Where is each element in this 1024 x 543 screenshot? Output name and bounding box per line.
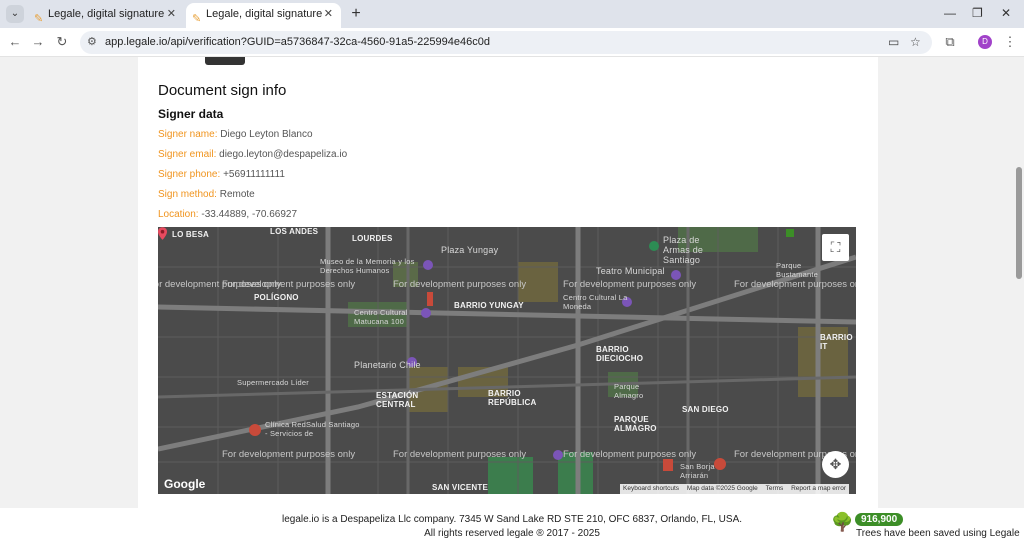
map-label: Planetario Chile	[354, 360, 421, 370]
map-label: BARRIO DIECIOCHO	[596, 345, 644, 363]
field-label: Location:	[158, 209, 199, 220]
map-label: BARRIO IT	[820, 333, 853, 351]
browser-toolbar: ← → ↻ ⚙ app.legale.io/api/verification?G…	[0, 28, 1024, 57]
sign-method-row: Sign method: Remote	[158, 189, 255, 200]
map-label: Parque Almagro	[614, 382, 644, 400]
sign-info-card: Document sign info Signer data Signer na…	[138, 57, 878, 517]
map-label: SAN DIEGO	[682, 405, 729, 414]
google-logo[interactable]: Google	[164, 477, 205, 491]
site-settings-icon[interactable]: ⚙	[87, 35, 97, 48]
map-label: ESTACIÓN CENTRAL	[376, 391, 419, 409]
minimize-icon[interactable]: —	[944, 6, 956, 20]
map-camera-control-button[interactable]: ✥	[822, 451, 849, 478]
map-watermark: For development purposes only	[563, 279, 697, 290]
field-value: -33.44889, -70.66927	[201, 209, 298, 220]
map-attribution: Keyboard shortcuts Map data ©2025 Google…	[620, 484, 850, 494]
tab-search-icon[interactable]: ⌄	[6, 5, 24, 23]
terms-link[interactable]: Terms	[763, 485, 787, 492]
map-label: Centro Cultural Matucana 100	[354, 308, 408, 326]
document-preview-image	[205, 57, 245, 65]
field-label: Signer name:	[158, 129, 218, 140]
map-label: Museo de la Memoria y los Derechos Human…	[320, 257, 415, 275]
back-icon[interactable]: ←	[6, 33, 24, 51]
tab-strip: ⌄ ✎ Legale, digital signature ✕ ✎ Legale…	[0, 0, 1024, 28]
map-label: Parque Bustamante	[776, 261, 819, 279]
map-label: Centro Cultural La Moneda	[563, 293, 628, 311]
tab-inactive[interactable]: ✎ Legale, digital signature ✕	[28, 3, 184, 28]
page-scrollbar[interactable]	[1013, 57, 1024, 543]
close-tab-icon[interactable]: ✕	[324, 3, 333, 25]
forward-icon[interactable]: →	[29, 33, 47, 51]
page-content: Document sign info Signer data Signer na…	[0, 57, 1024, 543]
reload-icon[interactable]: ↻	[53, 33, 71, 51]
tree-icon: 🌳	[831, 512, 854, 532]
url-text[interactable]: app.legale.io/api/verification?GUID=a573…	[105, 36, 490, 48]
report-map-error-link[interactable]: Report a map error	[788, 485, 849, 492]
field-label: Sign method:	[158, 189, 217, 200]
map-label: SAN VICENTE	[432, 483, 488, 492]
page-title: Document sign info	[158, 82, 287, 99]
map-label: Clínica RedSalud Santiago - Servicios de	[265, 420, 360, 438]
avatar[interactable]: D	[978, 35, 992, 49]
field-label: Signer email:	[158, 149, 217, 160]
field-value: Remote	[219, 189, 255, 200]
map-label: LOURDES	[352, 234, 393, 243]
map-watermark: For development purposes only	[734, 279, 856, 290]
map-label: Plaza de Armas de Santiago	[663, 235, 704, 265]
address-bar[interactable]: ⚙ app.legale.io/api/verification?GUID=a5…	[80, 31, 932, 54]
map-label: PARQUE ALMAGRO	[614, 415, 657, 433]
map-data-text: Map data ©2025 Google	[686, 485, 758, 492]
map-watermark: For development purposes only	[563, 449, 697, 460]
map-label: BARRIO REPÚBLICA	[488, 389, 537, 407]
page-footer: legale.io is a Despapeliza Llc company. …	[0, 508, 1024, 543]
new-tab-button[interactable]: +	[346, 4, 366, 24]
field-value: Diego Leyton Blanco	[220, 129, 313, 140]
legale-favicon-icon: ✎	[34, 13, 44, 25]
map-label: BARRIO YUNGAY	[454, 301, 524, 310]
legale-favicon-icon: ✎	[192, 13, 202, 25]
map-label: Plaza Yungay	[441, 245, 499, 255]
location-row: Location: -33.44889, -70.66927	[158, 209, 297, 220]
map-watermark: For development purposes only	[222, 279, 356, 290]
trees-saved-text: Trees have been saved using Legale	[856, 528, 1020, 539]
scroll-thumb[interactable]	[1016, 167, 1022, 279]
tab-title: Legale, digital signature	[206, 8, 323, 20]
map-label: Teatro Municipal	[596, 266, 665, 276]
field-value: diego.leyton@despapeliza.io	[219, 149, 348, 160]
bookmark-star-icon[interactable]: ☆	[910, 35, 921, 49]
tab-active[interactable]: ✎ Legale, digital signature ✕	[186, 3, 341, 28]
field-value: +56911111111	[223, 169, 285, 180]
map-label: POLÍGONO	[254, 293, 299, 302]
map-label: LOS ANDES	[270, 227, 319, 236]
restore-icon[interactable]: ❐	[972, 6, 983, 20]
map-label: LO BESA	[172, 230, 209, 239]
keyboard-shortcuts-link[interactable]: Keyboard shortcuts	[620, 485, 682, 492]
extensions-icon[interactable]: ⧉	[941, 33, 959, 51]
tab-title: Legale, digital signature	[48, 8, 165, 20]
cast-icon[interactable]: ▭	[888, 35, 899, 49]
location-map[interactable]: LO BESA LOS ANDES LOURDES Plaza Yungay P…	[158, 227, 856, 494]
close-window-icon[interactable]: ✕	[1001, 6, 1011, 20]
map-watermark: For development purposes only	[222, 449, 356, 460]
tree-counter-badge: 916,900	[855, 513, 904, 526]
map-watermark: For development purposes only	[393, 279, 527, 290]
field-label: Signer phone:	[158, 169, 221, 180]
section-title: Signer data	[158, 107, 224, 121]
signer-name-row: Signer name: Diego Leyton Blanco	[158, 129, 313, 140]
close-tab-icon[interactable]: ✕	[167, 3, 176, 25]
map-watermark: For development purposes only	[393, 449, 527, 460]
signer-phone-row: Signer phone: +56911111111	[158, 169, 285, 180]
location-pin-icon[interactable]	[158, 227, 167, 240]
map-label: San Borja Arriarán	[680, 462, 715, 480]
map-label: Supermercado Líder	[237, 378, 309, 387]
signer-email-row: Signer email: diego.leyton@despapeliza.i…	[158, 149, 347, 160]
fullscreen-button[interactable]: ⛶	[822, 234, 849, 261]
menu-kebab-icon[interactable]: ⋮	[1001, 33, 1019, 51]
